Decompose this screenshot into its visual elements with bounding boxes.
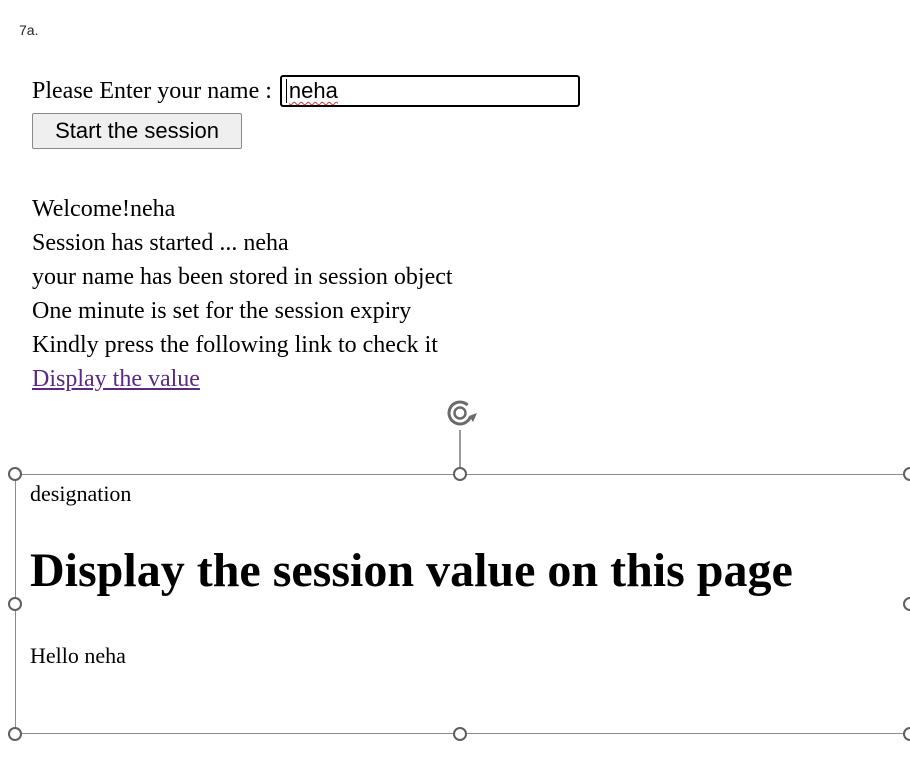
resize-handle-bottom-right[interactable] [903, 727, 910, 741]
resize-handle-top-right[interactable] [903, 467, 910, 481]
name-form-row: Please Enter your name : neha [32, 72, 580, 110]
resize-handle-top-left[interactable] [8, 467, 22, 481]
resize-handle-mid-left[interactable] [8, 597, 22, 611]
rotate-connector-line [459, 430, 461, 467]
resize-handle-bottom-left[interactable] [8, 727, 22, 741]
instruction-message: Kindly press the following link to check… [32, 332, 438, 358]
name-input-value: neha [288, 78, 338, 103]
resize-handle-mid-right[interactable] [903, 597, 910, 611]
image-selection-frame[interactable] [15, 474, 910, 734]
stored-message: your name has been stored in session obj… [32, 264, 453, 290]
session-messages: Welcome!neha Session has started ... neh… [32, 192, 453, 396]
designation-text: designation [30, 481, 132, 506]
welcome-message: Welcome!neha [32, 196, 176, 222]
rotate-icon[interactable] [440, 394, 480, 434]
name-input[interactable]: neha [279, 75, 580, 107]
figure-caption: 7a. [19, 22, 39, 38]
resize-handle-bottom-center[interactable] [453, 727, 467, 741]
text-caret [285, 79, 287, 103]
expiry-message: One minute is set for the session expiry [32, 298, 412, 324]
resize-handle-top-center[interactable] [453, 467, 467, 481]
greeting-text: Hello neha [30, 643, 126, 668]
display-value-link[interactable]: Display the value [32, 366, 200, 392]
session-page-heading: Display the session value on this page [30, 544, 793, 597]
session-started-message: Session has started ... neha [32, 230, 289, 256]
name-prompt-label: Please Enter your name : [32, 77, 272, 104]
start-session-button[interactable]: Start the session [32, 113, 242, 149]
